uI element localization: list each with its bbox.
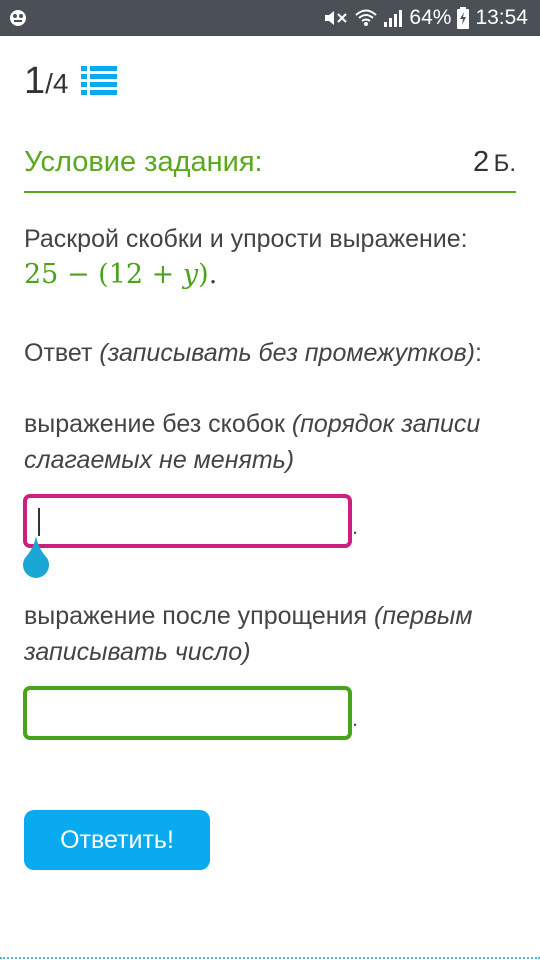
field1-label: выражение без скобок (порядок записи сла…: [24, 406, 504, 478]
field1-label-text: выражение без скобок: [24, 410, 285, 438]
task-formula: 25 − (12 + y).: [24, 256, 217, 294]
counter-separator: /: [45, 68, 53, 99]
answer-label: Ответ (записывать без промежутков):: [24, 336, 482, 370]
wifi-icon: [355, 8, 378, 28]
formula-close-paren: ): [198, 259, 209, 290]
bottom-divider: [0, 957, 540, 959]
status-indicators: 64% 13:54: [323, 0, 528, 36]
signal-icon: [383, 8, 403, 28]
formula-plus: +: [151, 259, 175, 290]
clock: 13:54: [475, 6, 528, 29]
counter-current: 1: [24, 60, 46, 102]
points-unit: Б.: [493, 150, 516, 177]
counter-total: 4: [52, 68, 69, 99]
formula-period: .: [208, 259, 218, 290]
task-title: Условие задания:: [24, 146, 263, 178]
expanded-expression-input[interactable]: [23, 494, 352, 548]
notification-icon: [8, 8, 28, 28]
question-counter: 1 / 4: [24, 58, 117, 104]
simplified-expression-input[interactable]: [23, 686, 352, 740]
text-cursor: [38, 508, 40, 536]
points-badge: 2 Б.: [473, 142, 516, 187]
formula-open-paren: (: [98, 259, 109, 290]
cursor-handle-icon[interactable]: [21, 536, 51, 585]
status-bar: 64% 13:54: [0, 0, 540, 36]
formula-term-b: 12: [108, 259, 144, 290]
submit-button[interactable]: Ответить!: [24, 810, 210, 870]
answer-label-text: Ответ: [24, 339, 93, 367]
formula-term-a: 25: [24, 259, 59, 290]
field2-suffix: .: [352, 706, 359, 731]
field2-label: выражение после упрощения (первым записы…: [24, 598, 504, 670]
field1-suffix: .: [352, 514, 359, 539]
points-value: 2: [472, 146, 490, 178]
formula-variable: y: [182, 259, 199, 290]
task-instruction: Раскрой скобки и упрости выражение:: [24, 225, 468, 253]
title-divider: [24, 191, 516, 193]
formula-minus: −: [66, 259, 90, 290]
field2-label-text: выражение после упрощения: [24, 602, 368, 630]
answer-colon: :: [475, 339, 482, 367]
answer-note: (записывать без промежутков): [99, 339, 476, 367]
battery-charging-icon: [457, 7, 470, 29]
list-icon[interactable]: [80, 65, 117, 100]
mute-icon: [323, 8, 349, 28]
battery-percent: 64%: [409, 6, 452, 29]
